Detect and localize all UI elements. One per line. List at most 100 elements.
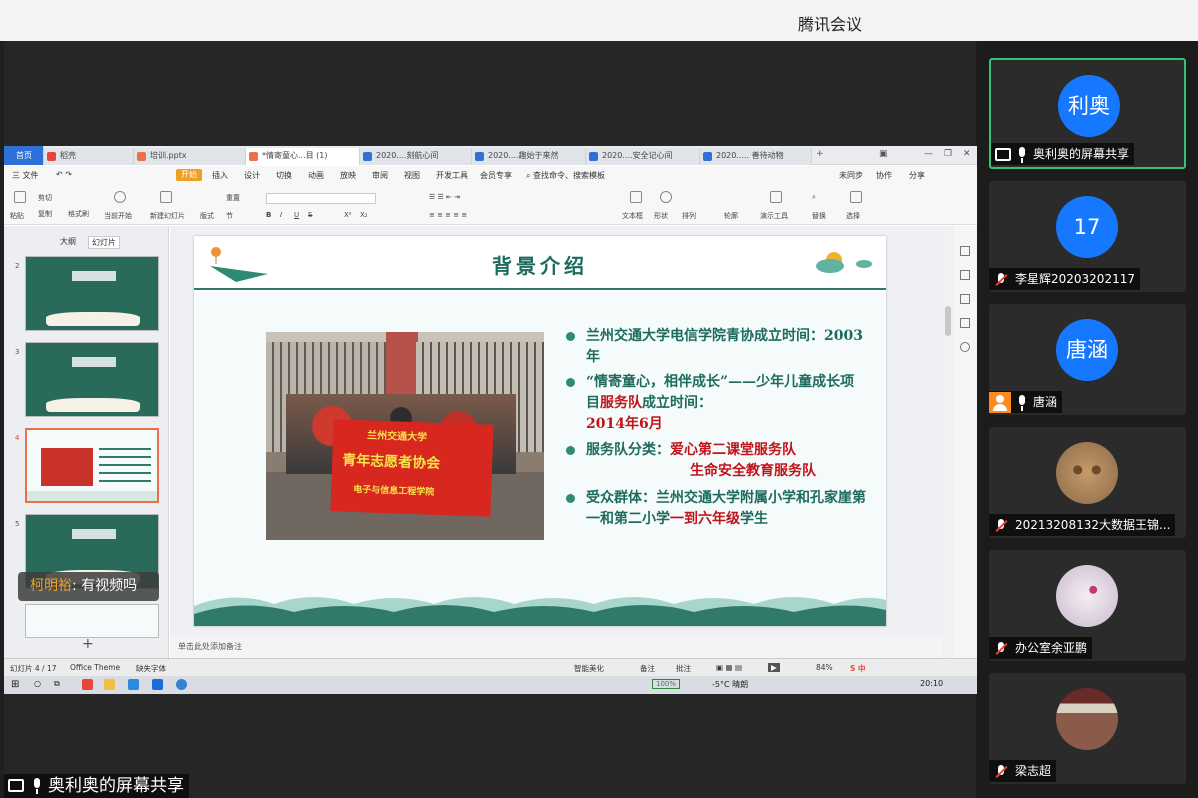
tool-icon[interactable] — [960, 294, 970, 304]
tab-slides[interactable]: 幻灯片 — [88, 236, 120, 249]
font-name-select[interactable] — [266, 193, 376, 204]
align-icon[interactable]: ≡ ≡ ≡ ≡ ≡ — [429, 211, 467, 219]
slide-thumbnail[interactable] — [25, 256, 159, 331]
window-list-icon[interactable]: ▣ — [879, 149, 888, 159]
shape-button[interactable]: 形状 — [654, 211, 668, 221]
menu-start[interactable]: 开始 — [176, 169, 202, 181]
arrange-button[interactable]: 排列 — [682, 211, 696, 221]
tab-doc-4[interactable]: 2020..... 善待动物 — [700, 148, 812, 165]
shape-icon[interactable] — [660, 191, 672, 203]
share-button[interactable]: 分享 — [909, 170, 925, 181]
strike-button[interactable]: S — [308, 211, 312, 219]
participant-card[interactable]: 办公室余亚鹏 — [989, 550, 1186, 661]
demo-tools-button[interactable]: 演示工具 — [760, 211, 788, 221]
notes-toggle[interactable]: 备注 — [640, 663, 655, 674]
demo-tools-icon[interactable] — [770, 191, 782, 203]
tab-pptx-training[interactable]: 培训.pptx — [134, 148, 246, 165]
tab-doc-3[interactable]: 2020....安全记心间 — [586, 148, 700, 165]
tab-active-presentation[interactable]: *情寄童心...目 (1) — [246, 148, 360, 165]
zoom-level[interactable]: 84% — [816, 663, 833, 672]
select-button[interactable]: 选择 — [846, 211, 860, 221]
undo-icon[interactable]: ↶ ↷ — [56, 170, 72, 179]
participant-card[interactable]: 唐涵 唐涵 — [989, 304, 1186, 415]
menu-view[interactable]: 视图 — [404, 170, 420, 181]
search-icon[interactable]: ○ — [34, 679, 41, 688]
tool-icon[interactable] — [960, 318, 970, 328]
missing-font-button[interactable]: 缺失字体 — [136, 663, 166, 674]
tab-doc-1[interactable]: 2020....刻航心间 — [360, 148, 472, 165]
vertical-scrollbar[interactable] — [942, 226, 954, 658]
comments-toggle[interactable]: 批注 — [676, 663, 691, 674]
tab-docer[interactable]: 稻壳 — [44, 148, 134, 165]
add-slide-button[interactable]: + — [82, 636, 94, 652]
tool-icon[interactable] — [960, 246, 970, 256]
slide-thumbnail[interactable] — [25, 604, 159, 638]
find-button[interactable]: ⌕ — [812, 193, 816, 202]
play-from-current[interactable]: 当前开始 — [104, 211, 132, 221]
format-painter-button[interactable]: 格式刷 — [68, 209, 89, 219]
menu-design[interactable]: 设计 — [244, 170, 260, 181]
wps-taskbar-icon[interactable] — [82, 679, 93, 690]
menu-slideshow[interactable]: 放映 — [340, 170, 356, 181]
notes-area[interactable]: 单击此处添加备注 — [170, 636, 942, 658]
replace-button[interactable]: 替换 — [812, 211, 826, 221]
slide-thumbnail-selected[interactable] — [25, 428, 159, 503]
menu-animation[interactable]: 动画 — [308, 170, 324, 181]
new-tab-icon[interactable]: + — [816, 149, 824, 159]
play-slideshow-icon[interactable]: ▶ — [768, 663, 780, 672]
menu-transition[interactable]: 切换 — [276, 170, 292, 181]
underline-button[interactable]: U — [294, 211, 299, 219]
paste-label[interactable]: 粘贴 — [10, 211, 24, 221]
layout-button[interactable]: 版式 — [200, 211, 214, 221]
slide-thumbnail[interactable] — [25, 342, 159, 417]
menu-member[interactable]: 会员专享 — [480, 170, 512, 181]
chat-message-popup[interactable]: 柯明裕: 有视频吗 — [18, 572, 159, 601]
tool-icon[interactable] — [960, 270, 970, 280]
search-command[interactable]: ⌕ 查找命令、搜索模板 — [526, 170, 605, 181]
select-icon[interactable] — [850, 191, 862, 203]
participant-card[interactable]: 20213208132大数据王锦... — [989, 427, 1186, 538]
superscript-button[interactable]: X² — [344, 211, 352, 219]
sync-status[interactable]: 未同步 — [839, 170, 863, 181]
collaborate-button[interactable]: 协作 — [876, 170, 892, 181]
menu-file[interactable]: 三 文件 — [12, 170, 39, 181]
browser-icon[interactable] — [176, 679, 187, 690]
smart-beautify-button[interactable]: 智能美化 — [574, 663, 604, 674]
close-icon[interactable]: ✕ — [963, 149, 971, 159]
windows-start-icon[interactable]: ⊞ — [11, 679, 19, 690]
list-icon[interactable]: ☰ ☰ ⇤ ⇥ — [429, 193, 460, 201]
menu-developer[interactable]: 开发工具 — [436, 170, 468, 181]
app-icon[interactable] — [128, 679, 139, 690]
restore-icon[interactable]: ❐ — [944, 149, 952, 159]
copy-button[interactable]: 复制 — [38, 209, 52, 219]
current-slide[interactable]: 背景介绍 兰州交通大学 青年志愿者协会 电子与信息工程学院 兰州交通大学电信学院… — [194, 236, 886, 626]
outline-button[interactable]: 轮廓 — [724, 211, 738, 221]
textbox-button[interactable]: 文本框 — [622, 211, 643, 221]
paste-icon[interactable] — [14, 191, 26, 203]
subscript-button[interactable]: X₂ — [360, 211, 368, 219]
view-mode-icons[interactable]: ▣ ▦ ▤ — [716, 663, 742, 672]
section-button[interactable]: 节 — [226, 211, 233, 221]
bold-button[interactable]: B — [266, 211, 271, 219]
tab-doc-2[interactable]: 2020....趣始于来然 — [472, 148, 586, 165]
participant-card[interactable]: 17 李星辉20203202117 — [989, 181, 1186, 292]
reset-button[interactable]: 重置 — [226, 193, 240, 203]
new-slide-button[interactable]: 新建幻灯片 — [150, 211, 185, 221]
scroll-thumb[interactable] — [945, 306, 951, 336]
participant-card[interactable]: 利奥 奥利奥的屏幕共享 — [989, 58, 1186, 169]
menu-review[interactable]: 审阅 — [372, 170, 388, 181]
folder-icon[interactable] — [104, 679, 115, 690]
participant-card[interactable]: 梁志超 — [989, 673, 1186, 784]
task-view-icon[interactable]: ⧉ — [54, 679, 60, 689]
tab-home[interactable]: 首页 — [4, 146, 44, 165]
cut-button[interactable]: 剪切 — [38, 193, 52, 203]
textbox-icon[interactable] — [630, 191, 642, 203]
new-slide-icon[interactable] — [160, 191, 172, 203]
help-icon[interactable] — [960, 342, 970, 352]
play-icon[interactable] — [114, 191, 126, 203]
tab-outline[interactable]: 大纲 — [60, 236, 76, 247]
minimize-icon[interactable]: — — [924, 149, 933, 159]
meeting-icon[interactable] — [152, 679, 163, 690]
italic-button[interactable]: I — [280, 211, 282, 219]
ime-icon[interactable]: S 中 — [850, 663, 866, 674]
